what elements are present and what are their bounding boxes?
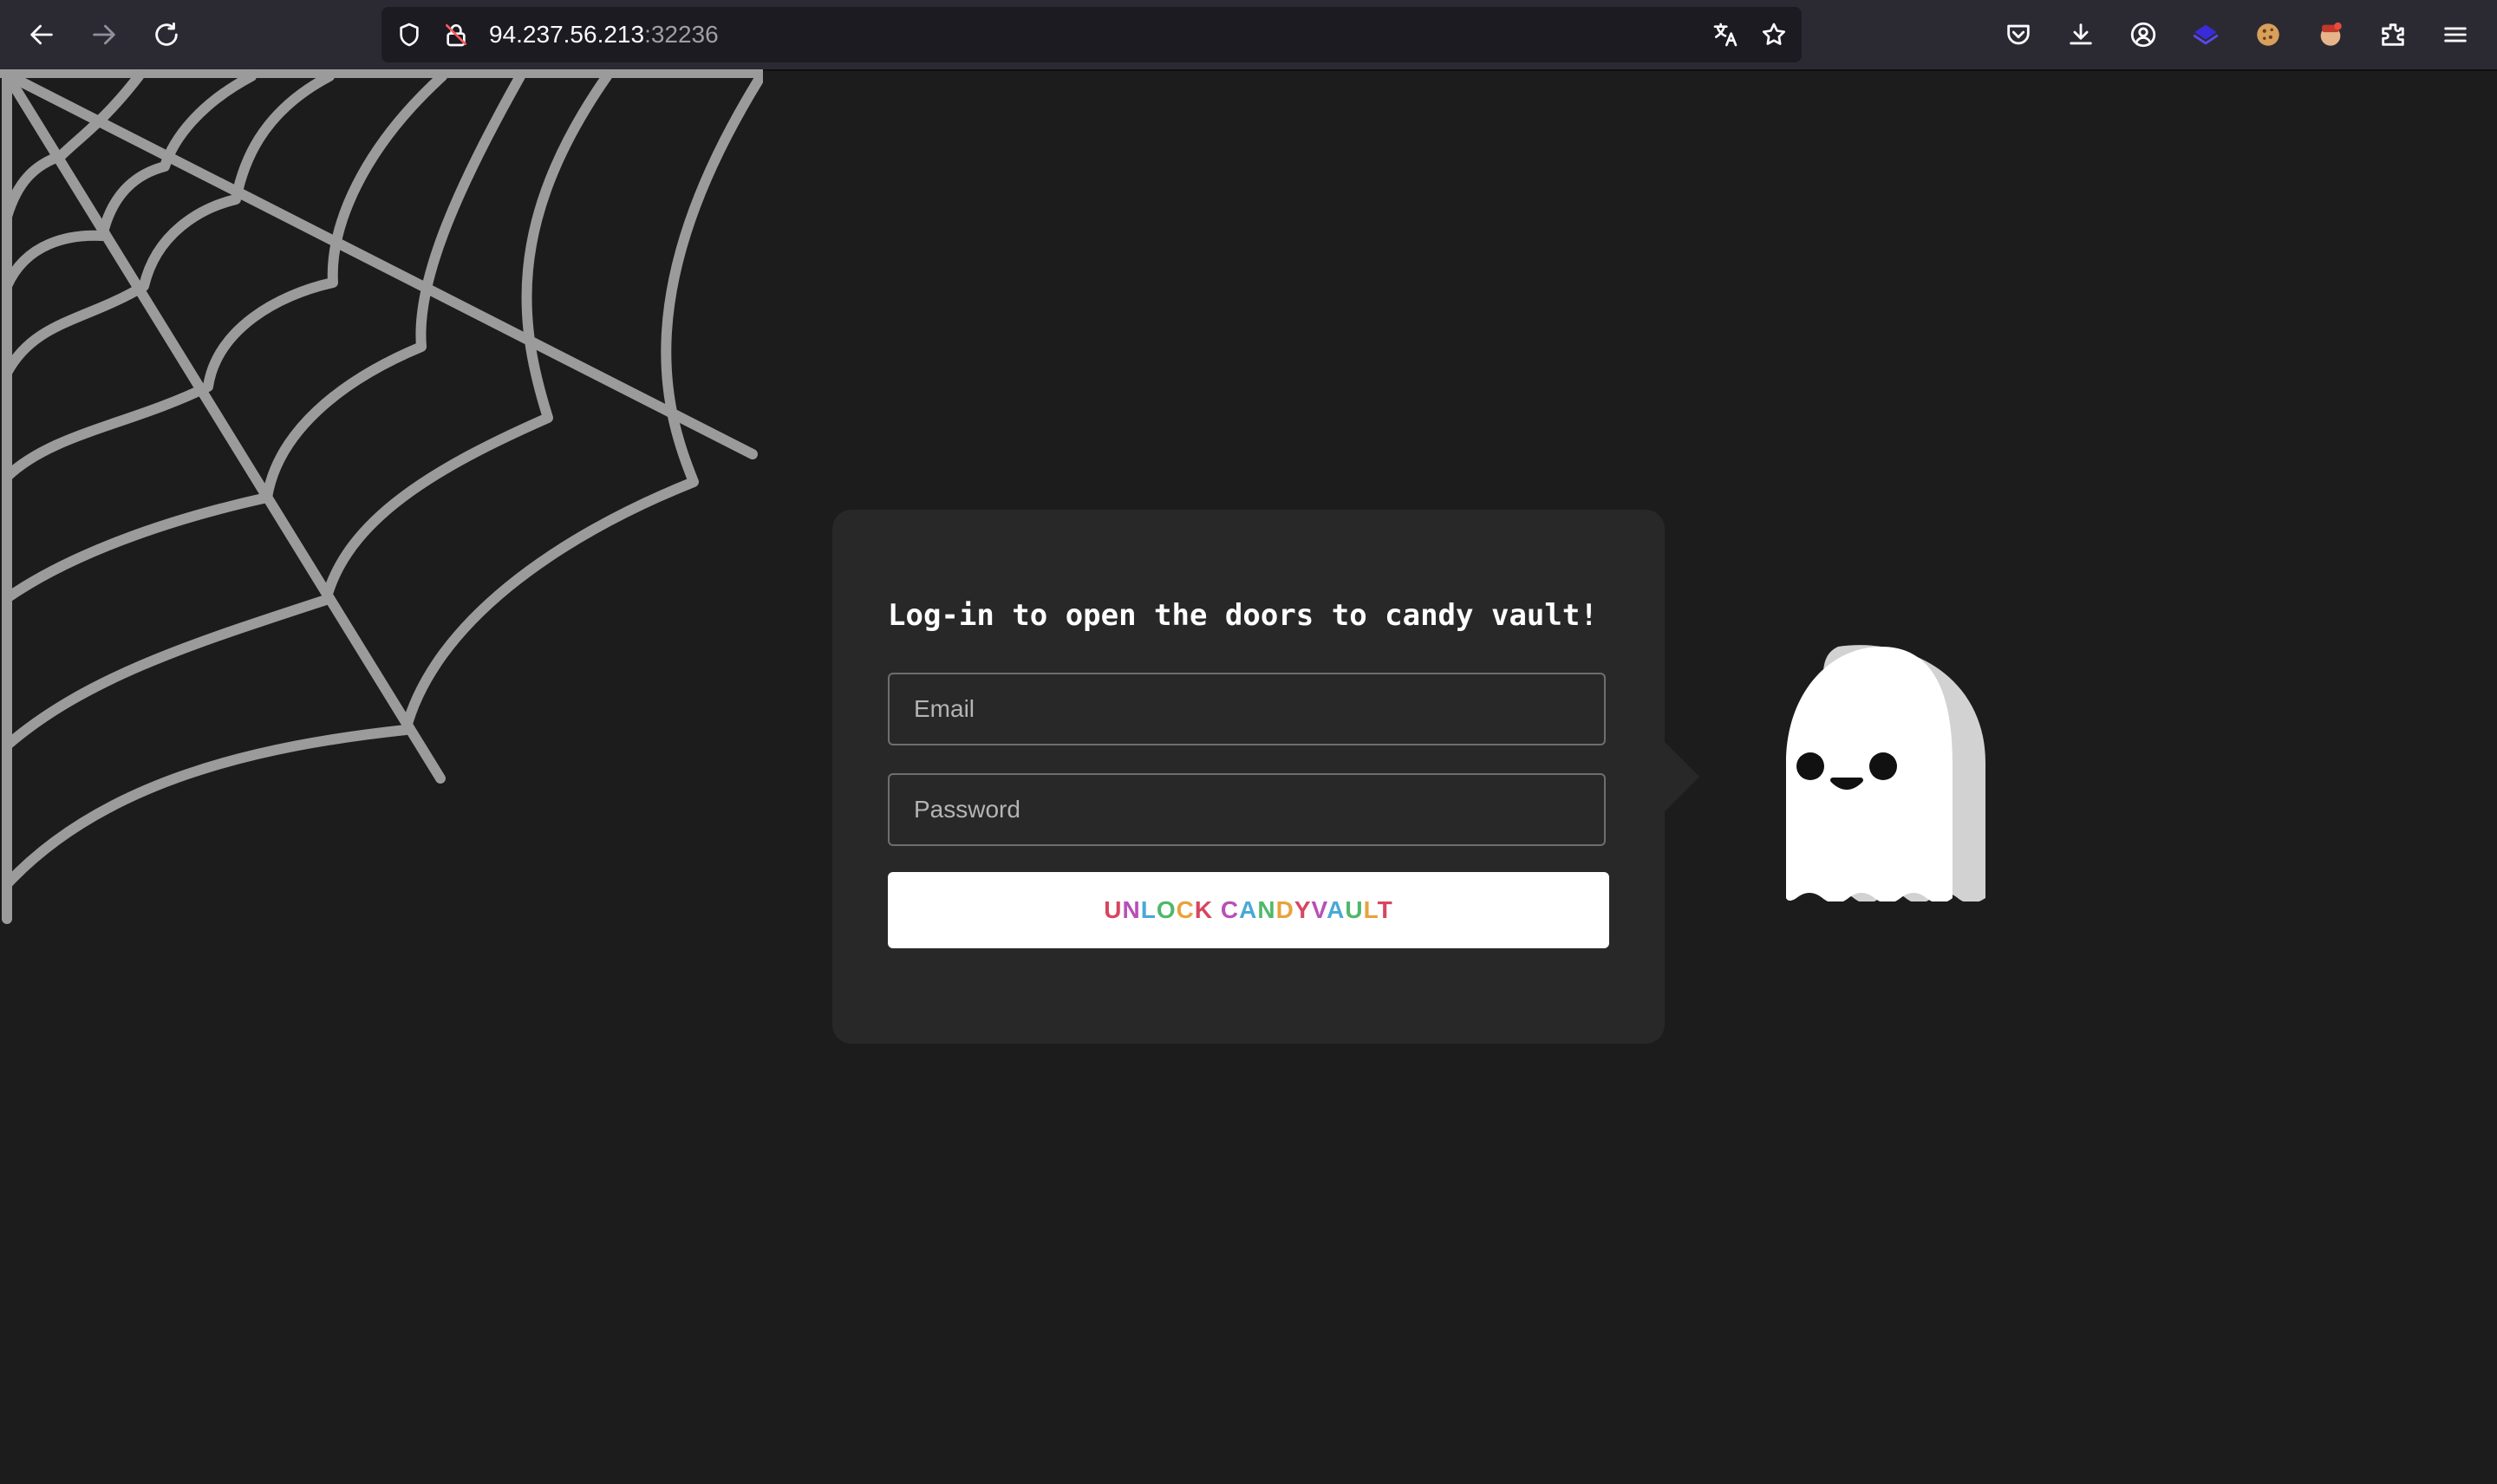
arrow-right-icon [93, 24, 115, 45]
button-letter: L [1363, 896, 1378, 923]
login-title: Log-in to open the doors to candy vault! [888, 598, 1598, 633]
forward-button[interactable] [83, 14, 125, 55]
url-port: :32236 [644, 21, 719, 48]
back-button[interactable] [21, 14, 62, 55]
button-letter: Y [1294, 896, 1312, 923]
layers-extension-icon [2193, 24, 2219, 45]
button-letter: V [1311, 896, 1327, 923]
download-icon [2070, 23, 2092, 45]
browser-toolbar: 94.237.56.213:32236 [0, 0, 2497, 71]
button-letter: T [1377, 896, 1393, 923]
tracking-protection-icon[interactable] [392, 17, 427, 52]
bookmark-star-icon[interactable] [1757, 17, 1791, 52]
button-letter: K [1194, 896, 1214, 923]
button-letter: L [1140, 896, 1157, 923]
button-letter: C [1220, 896, 1240, 923]
url-bar[interactable]: 94.237.56.213:32236 [381, 7, 1802, 62]
insecure-lock-icon[interactable] [439, 17, 473, 52]
password-input[interactable] [890, 775, 1604, 844]
avatar-extension-icon [2320, 22, 2342, 46]
extensions-button[interactable] [2372, 14, 2414, 55]
url-host: 94.237.56.213 [489, 21, 645, 48]
button-letter: U [1345, 896, 1364, 923]
login-card: Log-in to open the doors to candy vault!… [832, 510, 1665, 1044]
speech-bubble-tail [1665, 742, 1699, 811]
email-field[interactable] [888, 673, 1606, 745]
cookie-icon [2257, 23, 2279, 46]
menu-button[interactable] [2435, 14, 2476, 55]
password-field[interactable] [888, 773, 1606, 846]
ghost-illustration [1786, 645, 1985, 901]
button-letter: U [1104, 896, 1123, 923]
extension-layers-button[interactable] [2185, 14, 2226, 55]
reload-button[interactable] [146, 14, 187, 55]
button-letter: A [1327, 896, 1346, 923]
translate-icon[interactable] [1708, 17, 1743, 52]
url-text[interactable]: 94.237.56.213:32236 [489, 21, 719, 49]
downloads-button[interactable] [2060, 14, 2102, 55]
pocket-icon [2007, 24, 2030, 45]
button-letter [1213, 896, 1221, 923]
account-icon [2130, 22, 2156, 48]
button-letter: N [1122, 896, 1141, 923]
puzzle-icon [2382, 23, 2404, 46]
button-letter: C [1176, 896, 1195, 923]
spider-web-illustration [0, 69, 763, 924]
button-letter: O [1156, 896, 1177, 923]
unlock-candyvault-button[interactable]: UNLOCK CANDYVAULT [888, 872, 1609, 948]
button-letter: N [1257, 896, 1276, 923]
arrow-left-icon [30, 24, 53, 45]
pocket-button[interactable] [1998, 14, 2039, 55]
reload-icon [155, 22, 178, 46]
extension-avatar-button[interactable] [2310, 14, 2351, 55]
account-button[interactable] [2122, 14, 2164, 55]
unlock-button-label: UNLOCK CANDYVAULT [1104, 896, 1392, 924]
email-input[interactable] [890, 674, 1604, 744]
hamburger-menu-icon [2444, 27, 2467, 42]
button-letter: A [1239, 896, 1258, 923]
button-letter: D [1275, 896, 1294, 923]
extension-cookie-button[interactable] [2247, 14, 2289, 55]
